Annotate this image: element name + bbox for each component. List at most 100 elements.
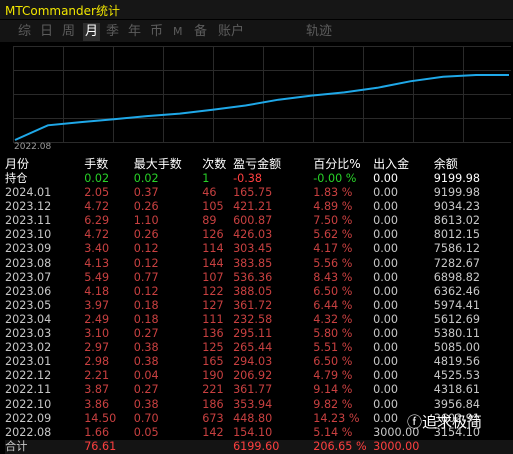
total-count bbox=[202, 440, 233, 454]
tab-account[interactable]: 账户 bbox=[218, 23, 244, 41]
table-row[interactable]: 2023.03 3.10 0.27 136 295.11 5.80 % 0.00 5380.1… bbox=[5, 327, 513, 341]
tab-m[interactable]: M bbox=[173, 23, 183, 41]
cell-pnl: 448.80 bbox=[233, 411, 273, 425]
cell-percent: 9.14 % bbox=[313, 383, 353, 397]
cell-lots: 2.49 bbox=[84, 312, 110, 326]
period-tabs: 综 日 周 月 季 年 币 M 备 账户 轨迹 bbox=[0, 20, 513, 42]
total-row[interactable]: 合计 76.61 6199.60 206.65 % 3000.00 bbox=[5, 439, 513, 454]
cell-max-lots: 0.37 bbox=[133, 186, 159, 200]
cell-balance: 3956.84 bbox=[433, 397, 480, 411]
cell-max-lots: 0.18 bbox=[133, 312, 159, 326]
cell-max-lots: 0.27 bbox=[133, 327, 159, 341]
table-row[interactable]: 2024.01 2.05 0.37 46 165.75 1.83 % 0.00 9199.98 bbox=[5, 186, 513, 200]
table-row[interactable]: 2023.10 4.72 0.26 126 426.03 5.62 % 0.00 8012.1… bbox=[5, 228, 513, 242]
tab-year[interactable]: 年 bbox=[128, 23, 141, 41]
cell-balance: 8613.02 bbox=[433, 214, 480, 228]
tab-currency[interactable]: 币 bbox=[150, 23, 163, 41]
cell-pnl: 265.44 bbox=[233, 341, 273, 355]
position-lots: 0.02 bbox=[84, 172, 110, 185]
table-row[interactable]: 2023.01 2.98 0.38 165 294.03 6.50 % 0.00 4819.5… bbox=[5, 355, 513, 369]
col-month-header[interactable]: 月份 bbox=[5, 156, 84, 172]
cell-percent: 4.89 % bbox=[313, 200, 353, 214]
cell-deposit: 0.00 bbox=[373, 200, 399, 214]
cell-max-lots: 0.05 bbox=[133, 425, 159, 439]
cell-deposit: 0.00 bbox=[373, 242, 399, 256]
table-row[interactable]: 2023.09 3.40 0.12 114 303.45 4.17 % 0.00 7586.1… bbox=[5, 242, 513, 256]
balance-chart bbox=[13, 46, 513, 150]
tab-overall[interactable]: 综 bbox=[18, 23, 31, 41]
cell-percent: 9.82 % bbox=[313, 397, 353, 411]
cell-lots: 4.72 bbox=[84, 200, 110, 214]
monthly-stats-table: 月份 手数 最大手数 次数 盈亏金额 百分比% 出入金 余额 持仓 0.02 0… bbox=[5, 156, 513, 454]
tab-day[interactable]: 日 bbox=[40, 23, 53, 41]
cell-deposit: 0.00 bbox=[373, 355, 399, 369]
cell-pnl: 303.45 bbox=[233, 242, 273, 256]
cell-percent: 4.32 % bbox=[313, 312, 353, 326]
x-tick-label: 2022.08 bbox=[14, 142, 52, 152]
table-row[interactable]: 2023.07 5.49 0.77 107 536.36 8.43 % 0.00 6898.8… bbox=[5, 271, 513, 285]
cell-lots: 4.13 bbox=[84, 256, 110, 270]
table-row[interactable]: 2023.11 6.29 1.10 89 600.87 7.50 % 0.00 8613.02 bbox=[5, 214, 513, 228]
table-row[interactable]: 2023.12 4.72 0.26 105 421.21 4.89 % 0.00 9034.2… bbox=[5, 200, 513, 214]
cell-pnl: 295.11 bbox=[233, 327, 273, 341]
cell-balance: 9034.23 bbox=[433, 200, 480, 214]
cell-lots: 3.40 bbox=[84, 242, 110, 256]
cell-deposit: 0.00 bbox=[373, 369, 399, 383]
table-row[interactable]: 2023.02 2.97 0.38 125 265.44 5.51 % 0.00 5085.0… bbox=[5, 341, 513, 355]
cell-balance: 5974.41 bbox=[433, 298, 480, 312]
table-row[interactable]: 2023.05 3.97 0.18 127 361.72 6.44 % 0.00 5974.4… bbox=[5, 299, 513, 313]
cell-count: 221 bbox=[202, 383, 224, 397]
col-pnl-header[interactable]: 盈亏金额 bbox=[233, 156, 313, 172]
position-deposit: 0.00 bbox=[373, 172, 399, 185]
cell-pnl: 426.03 bbox=[233, 228, 273, 242]
cell-month: 2023.02 bbox=[5, 341, 52, 355]
table-row[interactable]: 2023.04 2.49 0.18 111 232.58 4.32 % 0.00 5612.6… bbox=[5, 313, 513, 327]
col-lots-header[interactable]: 手数 bbox=[84, 156, 134, 172]
cell-max-lots: 0.18 bbox=[133, 298, 159, 312]
col-percent-header[interactable]: 百分比% bbox=[313, 156, 373, 172]
cell-percent: 4.17 % bbox=[313, 242, 353, 256]
tab-backup[interactable]: 备 bbox=[194, 23, 207, 41]
cell-deposit: 0.00 bbox=[373, 327, 399, 341]
cell-pnl: 154.10 bbox=[233, 425, 273, 439]
cell-lots: 2.21 bbox=[84, 369, 110, 383]
table-row[interactable]: 2023.06 4.18 0.12 122 388.05 6.50 % 0.00 6362.4… bbox=[5, 285, 513, 299]
cell-lots: 3.97 bbox=[84, 298, 110, 312]
table-row[interactable]: 2023.08 4.13 0.12 144 383.85 5.56 % 0.00 7282.6… bbox=[5, 257, 513, 271]
col-max-lots-header[interactable]: 最大手数 bbox=[134, 156, 202, 172]
cell-count: 127 bbox=[202, 298, 224, 312]
col-deposit-header[interactable]: 出入金 bbox=[373, 156, 434, 172]
cell-pnl: 361.72 bbox=[233, 298, 273, 312]
cell-month: 2023.11 bbox=[5, 214, 52, 228]
cell-deposit: 0.00 bbox=[373, 383, 399, 397]
cell-max-lots: 0.38 bbox=[133, 341, 159, 355]
cell-month: 2022.10 bbox=[5, 397, 52, 411]
cell-lots: 1.66 bbox=[84, 425, 110, 439]
tab-track[interactable]: 轨迹 bbox=[306, 23, 332, 41]
cell-count: 105 bbox=[202, 200, 224, 214]
tab-quarter[interactable]: 季 bbox=[106, 23, 119, 41]
cell-count: 114 bbox=[202, 242, 224, 256]
cell-balance: 5085.00 bbox=[433, 341, 480, 355]
cell-lots: 5.49 bbox=[84, 270, 110, 284]
cell-pnl: 165.75 bbox=[233, 186, 273, 200]
cell-percent: 5.80 % bbox=[313, 327, 353, 341]
window-title: MTCommander统计 bbox=[5, 4, 120, 18]
col-count-header[interactable]: 次数 bbox=[202, 156, 233, 172]
tab-week[interactable]: 周 bbox=[62, 23, 75, 41]
tab-month[interactable]: 月 bbox=[83, 23, 101, 41]
cell-percent: 1.83 % bbox=[313, 186, 353, 200]
cell-balance: 5380.11 bbox=[433, 327, 480, 341]
table-row[interactable]: 2022.11 3.87 0.27 221 361.77 9.14 % 0.00 4318.6… bbox=[5, 383, 513, 397]
cell-count: 46 bbox=[202, 186, 217, 200]
table-row[interactable]: 2022.12 2.21 0.04 190 206.92 4.79 % 0.00 4525.5… bbox=[5, 369, 513, 383]
position-row[interactable]: 持仓 0.02 0.02 1 -0.38 -0.00 % 0.00 9199.9… bbox=[5, 172, 513, 186]
table-row[interactable]: 2022.10 3.86 0.38 186 353.94 9.82 % 0.00 3956.8… bbox=[5, 398, 513, 412]
cell-count: 136 bbox=[202, 327, 224, 341]
col-balance-header[interactable]: 余额 bbox=[434, 156, 513, 172]
cell-deposit: 0.00 bbox=[373, 256, 399, 270]
watermark-text: 追求极简 bbox=[422, 413, 483, 431]
cell-max-lots: 0.26 bbox=[133, 228, 159, 242]
table-header: 月份 手数 最大手数 次数 盈亏金额 百分比% 出入金 余额 bbox=[5, 156, 513, 172]
position-max-lots: 0.02 bbox=[133, 172, 159, 185]
